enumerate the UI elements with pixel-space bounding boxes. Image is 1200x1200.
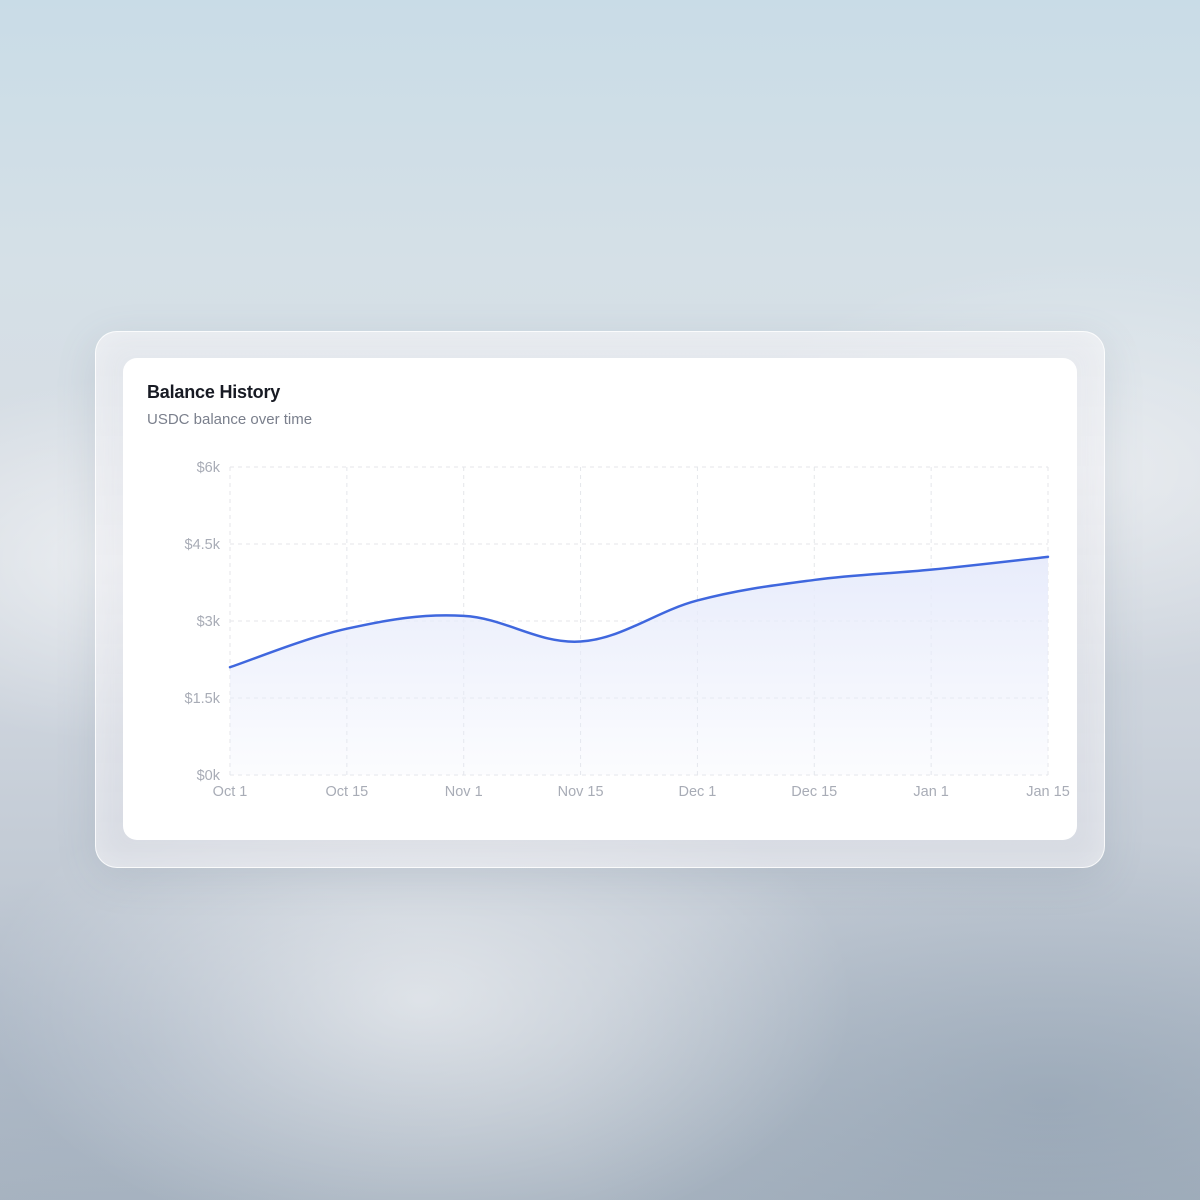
y-tick-label: $0k — [197, 768, 221, 784]
data-point — [1045, 554, 1051, 560]
data-point — [461, 613, 467, 619]
x-tick-label: Oct 1 — [213, 784, 248, 800]
data-point — [928, 567, 934, 573]
y-tick-label: $1.5k — [185, 691, 221, 707]
data-point — [344, 626, 350, 632]
balance-area — [230, 556, 1048, 775]
x-tick-label: Oct 15 — [325, 784, 368, 800]
data-point — [694, 597, 700, 603]
x-tick-label: Nov 1 — [445, 784, 483, 800]
y-tick-label: $3k — [197, 614, 221, 630]
data-point — [578, 639, 584, 645]
y-tick-label: $4.5k — [185, 537, 221, 553]
x-tick-label: Dec 15 — [791, 784, 837, 800]
data-point — [811, 577, 817, 583]
data-point — [227, 664, 233, 670]
y-tick-label: $6k — [197, 460, 221, 476]
balance-chart: $0k $1.5k $3k $4.5k $6k Oct 1 Oct 15 Nov 1 Nov 1… — [185, 460, 1070, 800]
x-tick-label: Nov 15 — [558, 784, 604, 800]
balance-history-card: Balance History USDC balance over time $… — [123, 358, 1077, 840]
x-tick-label: Jan 1 — [913, 784, 948, 800]
x-tick-label: Jan 15 — [1026, 784, 1070, 800]
x-tick-label: Dec 1 — [678, 784, 716, 800]
